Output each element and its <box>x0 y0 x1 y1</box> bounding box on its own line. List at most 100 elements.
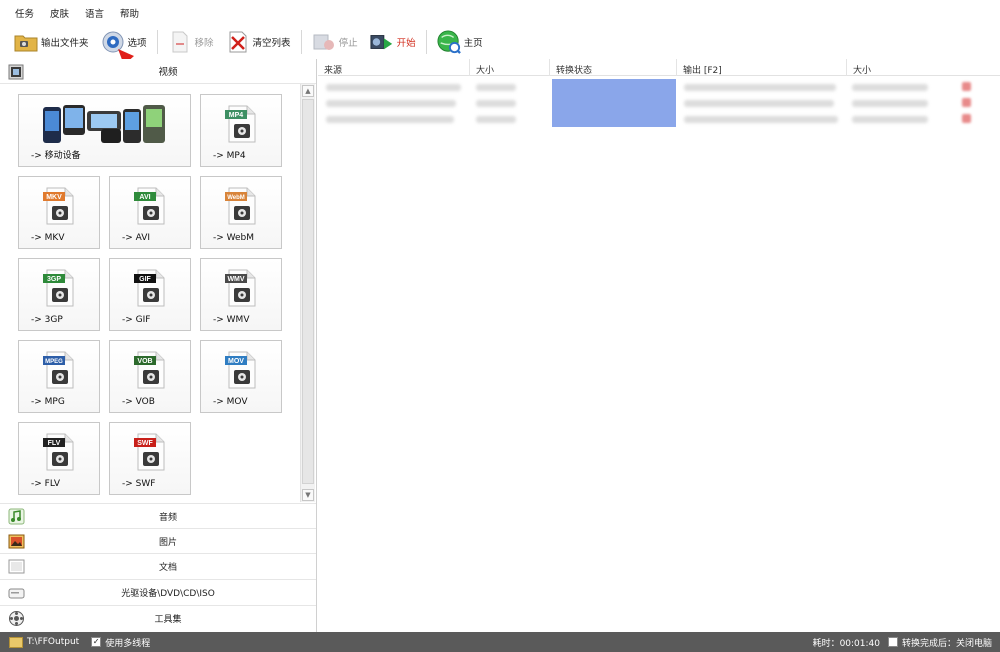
format-tile[interactable]: GIF -> GIF <box>109 258 191 331</box>
multithread-checkbox[interactable]: ✓ <box>91 637 102 647</box>
menu-skin[interactable]: 皮肤 <box>47 4 72 22</box>
format-grid-scrollbar[interactable]: ▲ ▼ <box>300 84 315 502</box>
column-output-size[interactable]: 大小 <box>847 59 1000 76</box>
scroll-up-arrow[interactable]: ▲ <box>302 85 314 97</box>
format-tile[interactable]: MKV -> MKV <box>18 176 100 249</box>
table-row[interactable] <box>318 111 1000 127</box>
format-tile[interactable]: WebM -> WebM <box>200 176 282 249</box>
mpg-file-icon: MPEG <box>41 350 77 390</box>
format-tile-label: -> WebM <box>213 233 255 243</box>
multithread-label: 使用多线程 <box>105 638 151 649</box>
format-grid: -> 移动设备 MP4 -> MP4 MKV -> MKV AVI -> AVI WebM ->… <box>0 84 300 502</box>
clear-list-icon <box>226 30 250 54</box>
toolbox-icon <box>8 610 25 627</box>
column-size[interactable]: 大小 <box>470 59 550 76</box>
format-tile-label: -> AVI <box>122 233 151 243</box>
optical-drive-icon <box>8 584 25 601</box>
mkv-file-icon: MKV <box>41 186 77 226</box>
avi-file-icon: AVI <box>132 186 168 226</box>
category-label: 音频 <box>158 512 177 523</box>
mov-file-icon: MOV <box>223 350 259 390</box>
svg-text:SWF: SWF <box>137 440 153 447</box>
menu-task[interactable]: 任务 <box>12 4 37 22</box>
svg-text:FLV: FLV <box>48 440 61 447</box>
start-button[interactable]: 开始 <box>366 28 420 56</box>
toolbar-separator <box>425 30 427 54</box>
status-bar: T:\FFOutput ✓ 使用多线程 耗时：00:01:40 转换完成后：关闭… <box>0 632 1000 652</box>
svg-text:WebM: WebM <box>227 195 245 201</box>
scroll-thumb[interactable] <box>302 99 314 484</box>
format-tile[interactable]: 3GP -> 3GP <box>18 258 100 331</box>
output-folder-button[interactable]: 输出文件夹 <box>10 28 93 56</box>
format-tile-label: -> MKV <box>31 233 65 243</box>
column-source[interactable]: 来源 <box>318 59 470 76</box>
format-tile[interactable]: WMV -> WMV <box>200 258 282 331</box>
elapsed-time: 耗时：00:01:40 <box>812 638 880 649</box>
svg-text:MPEG: MPEG <box>45 359 63 365</box>
format-tile-label: -> MP4 <box>213 151 246 161</box>
menu-language[interactable]: 语言 <box>82 4 107 22</box>
format-tile[interactable]: MP4 -> MP4 <box>200 94 282 167</box>
category-row[interactable]: 图片 <box>0 528 316 553</box>
table-row[interactable] <box>318 95 1000 111</box>
scroll-down-arrow[interactable]: ▼ <box>302 489 314 501</box>
home-button[interactable]: 主页 <box>433 28 487 56</box>
webm-file-icon: WebM <box>223 186 259 226</box>
file-list-header: 来源 大小 转换状态 输出 [F2] 大小 <box>318 59 1000 76</box>
after-convert-label: 转换完成后：关闭电脑 <box>901 638 992 649</box>
mp4-file-icon: MP4 <box>223 104 259 144</box>
svg-text:MKV: MKV <box>46 194 62 201</box>
file-list[interactable]: 来源 大小 转换状态 输出 [F2] 大小 <box>318 59 1000 632</box>
format-tile-label: -> GIF <box>122 315 151 325</box>
table-row[interactable] <box>318 79 1000 95</box>
conversion-panel: 视频 -> 移动设备 MP4 -> MP4 MKV -> MKV AVI -> AVI Web… <box>0 59 317 632</box>
globe-icon <box>437 30 461 54</box>
clear-list-button[interactable]: 清空列表 <box>222 28 295 56</box>
category-row[interactable]: 音频 <box>0 503 316 528</box>
format-tile[interactable]: SWF -> SWF <box>109 422 191 495</box>
format-tile[interactable]: FLV -> FLV <box>18 422 100 495</box>
gif-file-icon: GIF <box>132 268 168 308</box>
picture-icon <box>8 533 25 550</box>
format-tile-label: -> MPG <box>31 397 65 407</box>
video-category-header[interactable]: 视频 <box>0 59 316 84</box>
swf-file-icon: SWF <box>132 432 168 472</box>
vob-file-icon: VOB <box>132 350 168 390</box>
svg-text:GIF: GIF <box>139 276 151 283</box>
stop-button[interactable]: 停止 <box>308 28 362 56</box>
video-icon <box>8 64 24 80</box>
menu-help[interactable]: 帮助 <box>117 4 142 22</box>
wmv-file-icon: WMV <box>223 268 259 308</box>
format-tile[interactable]: VOB -> VOB <box>109 340 191 413</box>
after-convert-checkbox[interactable] <box>887 637 898 647</box>
format-tile[interactable]: -> 移动设备 <box>18 94 191 167</box>
start-icon <box>370 30 394 54</box>
audio-icon <box>8 508 25 525</box>
output-path[interactable]: T:\FFOutput <box>27 637 79 647</box>
format-tile[interactable]: AVI -> AVI <box>109 176 191 249</box>
column-output[interactable]: 输出 [F2] <box>677 59 847 76</box>
format-tile-label: -> 3GP <box>31 315 63 325</box>
category-label: 文档 <box>158 562 177 573</box>
folder-icon <box>14 30 38 54</box>
svg-text:3GP: 3GP <box>47 276 61 283</box>
category-row[interactable]: 文档 <box>0 553 316 578</box>
svg-text:VOB: VOB <box>137 358 152 365</box>
svg-text:WMV: WMV <box>227 276 244 283</box>
folder-icon[interactable] <box>9 636 23 648</box>
category-row[interactable]: 工具集 <box>0 605 316 630</box>
format-tile-label: -> 移动设备 <box>31 151 81 161</box>
document-icon <box>8 558 25 575</box>
category-row[interactable]: 光驱设备\DVD\CD\ISO <box>0 579 316 604</box>
format-tile[interactable]: MPEG -> MPG <box>18 340 100 413</box>
format-tile-label: -> MOV <box>213 397 248 407</box>
stop-icon <box>312 30 336 54</box>
column-status[interactable]: 转换状态 <box>550 59 677 76</box>
svg-text:MP4: MP4 <box>229 112 244 119</box>
format-tile[interactable]: MOV -> MOV <box>200 340 282 413</box>
category-label: 工具集 <box>154 614 182 625</box>
category-label: 光驱设备\DVD\CD\ISO <box>121 588 215 599</box>
format-tile-label: -> VOB <box>122 397 155 407</box>
format-tile-label: -> WMV <box>213 315 250 325</box>
format-tile-label: -> FLV <box>31 479 61 489</box>
